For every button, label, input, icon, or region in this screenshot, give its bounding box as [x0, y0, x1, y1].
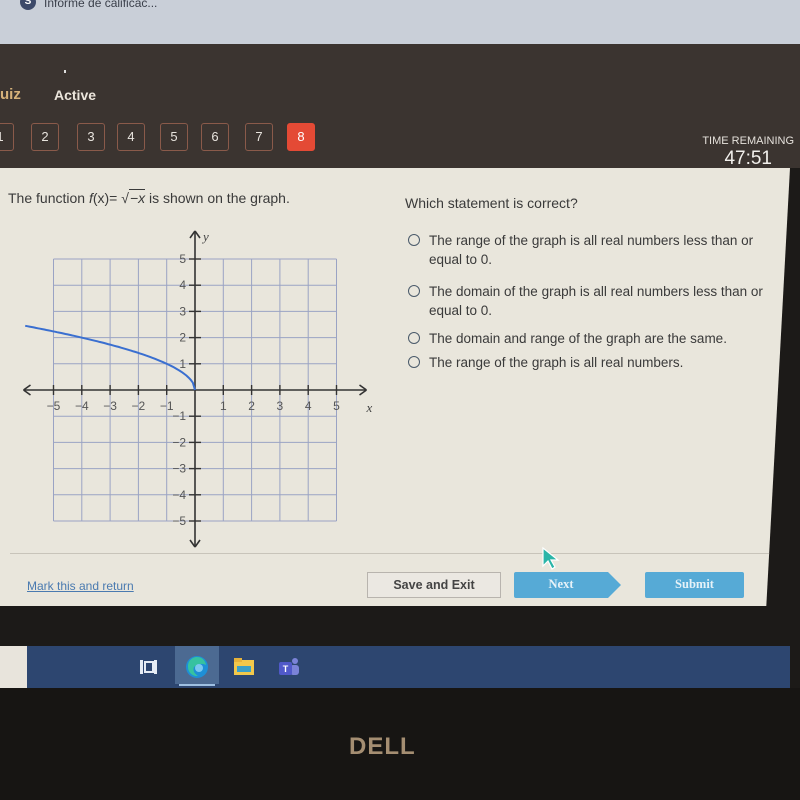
time-remaining-value: 47:51 [724, 148, 772, 169]
y-tick-label: 5 [179, 252, 186, 266]
answer-option-4[interactable]: The range of the graph is all real numbe… [408, 353, 771, 372]
question-nav-4[interactable]: 4 [117, 123, 145, 151]
svg-text:T: T [283, 664, 289, 674]
x-tick-label: −5 [47, 399, 61, 413]
submit-button[interactable]: Submit [645, 572, 744, 598]
file-explorer-icon[interactable] [231, 654, 257, 680]
x-tick-label: 1 [220, 399, 227, 413]
edge-active-underline [179, 684, 215, 686]
question-nav-2[interactable]: 2 [31, 123, 59, 151]
teams-icon[interactable]: T [276, 654, 302, 680]
radicand-text: −x [129, 190, 146, 206]
mark-and-return-link[interactable]: Mark this and return [27, 579, 134, 593]
answer-option-1[interactable]: The range of the graph is all real numbe… [408, 231, 771, 269]
x-tick-label: 3 [277, 399, 284, 413]
y-tick-label: 1 [179, 357, 186, 371]
x-axis-label: x [366, 400, 373, 415]
function-graph: −5 −4 −3 −2 −1 1 2 3 4 5−5−4−3−2−112345xy [23, 229, 373, 548]
question-text: Which statement is correct? [405, 195, 578, 211]
prompt-suffix: is shown on the graph. [145, 190, 290, 206]
x-tick-label: −2 [132, 399, 146, 413]
status-indicator [64, 70, 66, 73]
question-nav-5[interactable]: 5 [160, 123, 188, 151]
save-and-exit-button[interactable]: Save and Exit [367, 572, 501, 598]
taskbar-search-box[interactable] [0, 646, 27, 688]
radio-button[interactable] [408, 356, 420, 368]
edge-browser-icon[interactable] [184, 654, 210, 680]
y-tick-label: −2 [172, 435, 186, 449]
mouse-cursor-icon [542, 546, 560, 570]
radical-sign: √ [121, 190, 129, 206]
next-button-arrow[interactable] [608, 572, 621, 598]
x-tick-label: −3 [103, 399, 117, 413]
question-nav-7[interactable]: 7 [245, 123, 273, 151]
task-view-icon[interactable] [135, 654, 161, 680]
footer-divider [10, 553, 770, 554]
question-nav-6[interactable]: 6 [201, 123, 229, 151]
prompt-prefix: The function [8, 190, 89, 206]
option-text: The domain and range of the graph are th… [429, 331, 727, 346]
section-label: uiz [0, 86, 21, 103]
y-tick-label: 2 [179, 331, 186, 345]
question-panel: The function f(x)= √−x is shown on the g… [0, 168, 790, 606]
question-nav-3[interactable]: 3 [77, 123, 105, 151]
option-text: The range of the graph is all real numbe… [429, 233, 754, 267]
screen: S Informe de calificac... uiz Active 123… [0, 0, 800, 800]
y-tick-label: −5 [172, 514, 186, 528]
next-button[interactable]: Next [514, 572, 608, 598]
browser-tab-title[interactable]: Informe de calificac... [44, 0, 157, 10]
y-tick-label: 4 [179, 278, 186, 292]
function-arg: (x)= [92, 190, 122, 206]
time-remaining-label: TIME REMAINING [702, 135, 794, 147]
x-tick-label: −4 [75, 399, 89, 413]
option-text: The domain of the graph is all real numb… [429, 284, 763, 318]
x-tick-label: 4 [305, 399, 312, 413]
y-tick-label: 3 [179, 304, 186, 318]
function-prompt: The function f(x)= √−x is shown on the g… [8, 189, 290, 206]
radicand: −x [128, 189, 146, 206]
status-label: Active [54, 87, 97, 103]
browser-tab-bar: S Informe de calificac... [0, 0, 800, 44]
answer-option-2[interactable]: The domain of the graph is all real numb… [408, 282, 771, 320]
dell-logo: DELL [349, 733, 416, 760]
radio-button[interactable] [408, 285, 420, 297]
question-nav-8[interactable]: 8 [287, 123, 315, 151]
tab-favicon-icon: S [20, 0, 36, 10]
y-tick-label: −4 [172, 488, 186, 502]
windows-taskbar: T [0, 646, 790, 688]
option-text: The range of the graph is all real numbe… [429, 355, 684, 370]
y-axis-label: y [201, 229, 209, 244]
y-tick-label: −3 [172, 462, 186, 476]
radio-button[interactable] [408, 332, 420, 344]
x-tick-label: 5 [333, 399, 340, 413]
question-nav-1[interactable]: 1 [0, 123, 14, 151]
radio-button[interactable] [408, 234, 420, 246]
x-tick-label: 2 [248, 399, 255, 413]
answer-option-3[interactable]: The domain and range of the graph are th… [408, 329, 771, 348]
y-tick-label: −1 [172, 409, 186, 423]
